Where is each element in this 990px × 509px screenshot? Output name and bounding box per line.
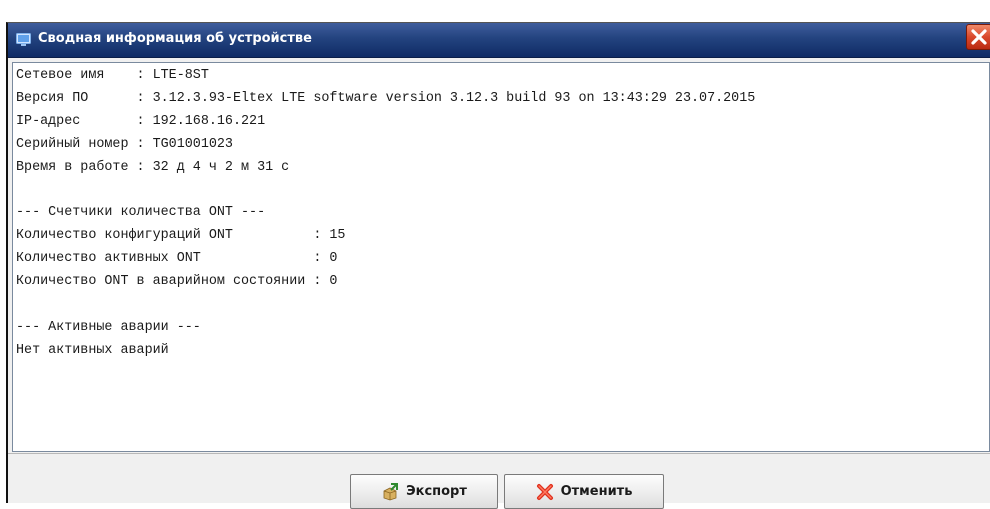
line-ont-alarm: Количество ONT в аварийном состоянии : 0 [16, 274, 338, 290]
red-x-icon [536, 483, 553, 500]
box-export-icon [383, 482, 399, 500]
window-title: Сводная информация об устройстве [38, 31, 312, 46]
export-label: Экспорт [406, 484, 467, 499]
line-active-alarms-header: --- Активные аварии --- [16, 319, 201, 335]
device-summary-dialog: Сводная информация об устройстве Сетевое… [6, 22, 990, 509]
monitor-icon [16, 33, 31, 46]
title-bar[interactable]: Сводная информация об устройстве [8, 23, 990, 58]
line-no-active-alarms: Нет активных аварий [16, 342, 169, 358]
divider [8, 453, 990, 454]
close-button[interactable] [966, 24, 990, 50]
screen-background: Сводная информация об устройстве Сетевое… [0, 0, 990, 509]
line-firmware-version: Версия ПО : 3.12.3.93-Eltex LTE software… [16, 90, 756, 106]
summary-text-area[interactable]: Сетевое имя : LTE-8ST Версия ПО : 3.12.3… [12, 62, 990, 452]
line-network-name: Сетевое имя : LTE-8ST [16, 68, 209, 83]
line-ip-address: IP-адрес : 192.168.16.221 [16, 113, 266, 129]
line-serial-number: Серийный номер : TG01001023 [16, 136, 233, 152]
cancel-label: Отменить [560, 484, 633, 499]
close-x-icon [971, 29, 987, 45]
line-ont-counters-header: --- Счетчики количества ONT --- [16, 205, 266, 221]
cancel-button[interactable]: Отменить [504, 474, 664, 509]
summary-text: Сетевое имя : LTE-8ST Версия ПО : 3.12.3… [16, 65, 755, 363]
line-uptime: Время в работе : 32 д 4 ч 2 м 31 с [16, 159, 290, 175]
line-ont-active: Количество активных ONT : 0 [16, 251, 338, 267]
export-button[interactable]: Экспорт [350, 474, 498, 509]
line-ont-configured: Количество конфигураций ONT : 15 [16, 228, 346, 244]
